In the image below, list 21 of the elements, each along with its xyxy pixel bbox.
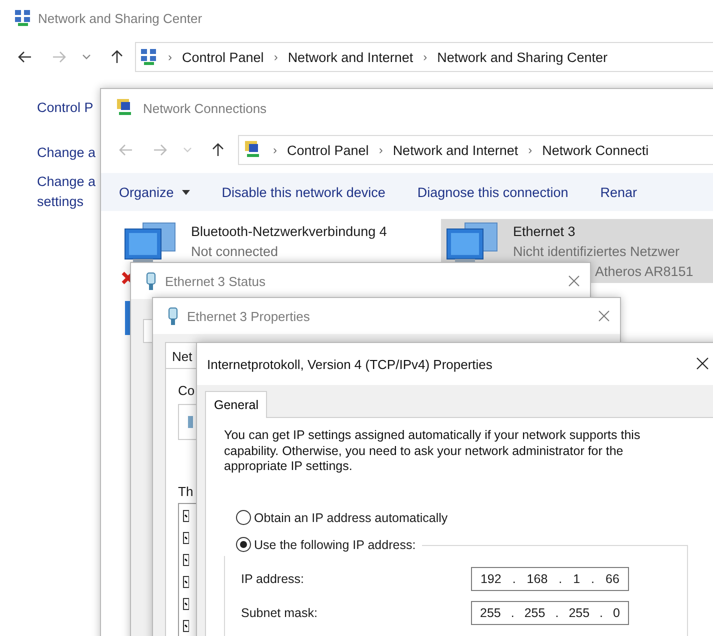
breadcrumb-separator: › xyxy=(272,143,278,157)
breadcrumb-separator: › xyxy=(167,50,173,64)
dialog-title: Internetprotokoll, Version 4 (TCP/IPv4) Properties xyxy=(207,356,492,372)
window-title: Network Connections xyxy=(143,100,267,116)
breadcrumb-separator: › xyxy=(378,143,384,157)
adapter-name: Ethernet 3 xyxy=(513,223,576,241)
label: Th xyxy=(178,484,194,499)
breadcrumb-separator: › xyxy=(527,143,534,157)
adapter-detail: Atheros AR8151 xyxy=(595,263,694,281)
window-title: Ethernet 3 Status xyxy=(165,274,266,288)
window-title: Ethernet 3 Properties xyxy=(187,308,310,324)
field-label: Subnet mask: xyxy=(241,606,318,620)
adapter-name: Bluetooth-Netzwerkverbindung 4 xyxy=(191,223,387,241)
breadcrumb-separator: › xyxy=(272,50,279,64)
intro-text: You can get IP settings assigned automatically if your network supports this capability. Otherwise, you need to ask your network administrator for the appropriate IP settings. xyxy=(224,428,642,474)
label: Co xyxy=(178,383,195,398)
adapter-detail: Nicht identifiziertes Netzwer xyxy=(513,243,680,261)
breadcrumb-separator: › xyxy=(422,50,428,64)
window-title: Network and Sharing Center xyxy=(38,10,202,26)
adapter-detail: Not connected xyxy=(191,243,278,261)
field-label: IP address: xyxy=(241,572,304,586)
